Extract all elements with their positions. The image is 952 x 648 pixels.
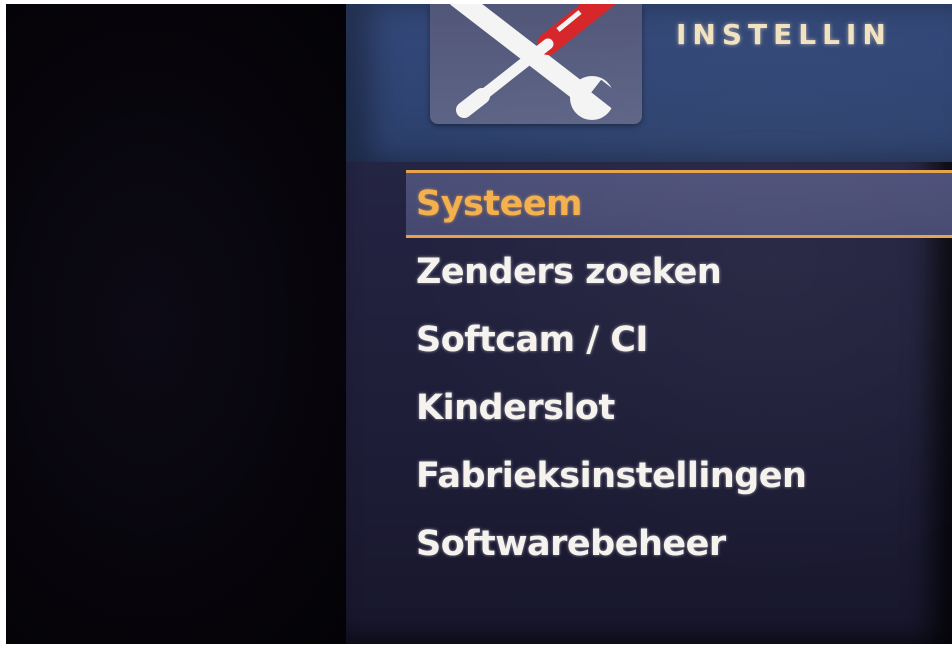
menu-item-zenders-zoeken[interactable]: Zenders zoeken	[406, 238, 952, 306]
settings-header: INSTELLIN	[346, 4, 952, 162]
tools-icon	[430, 4, 642, 124]
settings-screen: INSTELLIN Systeem Zenders zoeken Softcam…	[346, 4, 952, 644]
tv-photo: INSTELLIN Systeem Zenders zoeken Softcam…	[6, 4, 952, 644]
menu-item-fabrieksinstellingen[interactable]: Fabrieksinstellingen	[406, 442, 952, 510]
menu-item-softcam-ci[interactable]: Softcam / CI	[406, 306, 952, 374]
menu-item-softwarebeheer[interactable]: Softwarebeheer	[406, 510, 952, 578]
tv-bezel	[6, 4, 360, 644]
page-title: INSTELLIN	[676, 18, 892, 51]
menu-item-kinderslot[interactable]: Kinderslot	[406, 374, 952, 442]
settings-menu: Systeem Zenders zoeken Softcam / CI Kind…	[406, 170, 952, 578]
menu-item-systeem[interactable]: Systeem	[406, 170, 952, 238]
screwdriver-wrench-icon	[450, 4, 625, 120]
